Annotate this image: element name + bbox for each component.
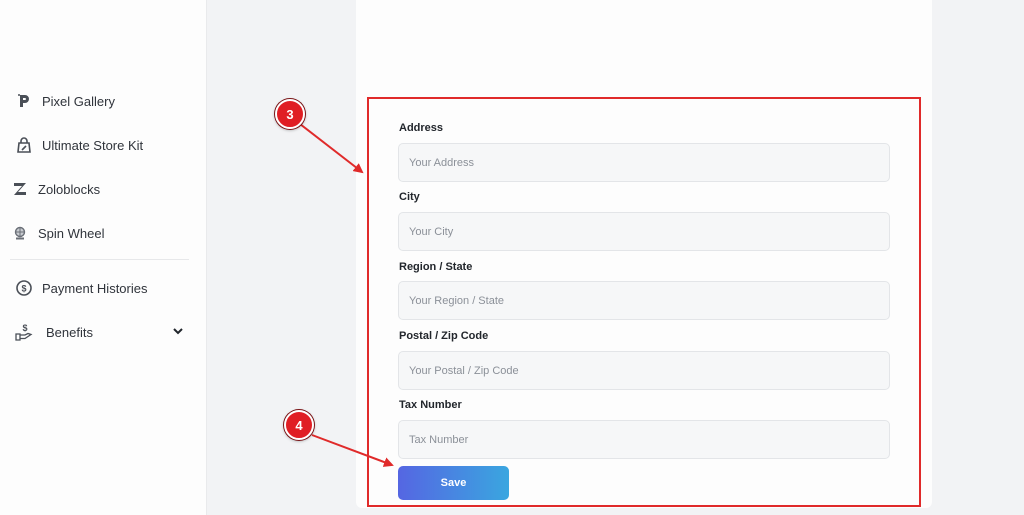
spin-wheel-icon xyxy=(10,223,30,243)
postal-zip-input[interactable] xyxy=(398,351,890,390)
sidebar-item-benefits[interactable]: $ Benefits xyxy=(14,321,93,343)
sidebar-item-label: Payment Histories xyxy=(42,280,148,296)
svg-text:$: $ xyxy=(21,284,26,294)
save-button[interactable]: Save xyxy=(398,466,509,500)
postal-zip-label: Postal / Zip Code xyxy=(399,330,489,342)
sidebar-item-payment-histories[interactable]: $ Payment Histories xyxy=(14,277,147,299)
city-input[interactable] xyxy=(398,212,890,251)
pixel-gallery-icon xyxy=(14,91,34,111)
sidebar-item-label: Ultimate Store Kit xyxy=(42,137,144,153)
sidebar-item-spin-wheel[interactable]: Spin Wheel xyxy=(10,222,104,244)
address-input[interactable] xyxy=(398,143,890,182)
sidebar-item-pixel-gallery[interactable]: Pixel Gallery xyxy=(14,90,115,112)
chevron-down-icon[interactable] xyxy=(170,323,186,339)
sidebar-item-label: Spin Wheel xyxy=(38,225,105,241)
hand-dollar-icon: $ xyxy=(14,322,34,342)
annotation-badge-3: 3 xyxy=(275,99,305,129)
region-state-input[interactable] xyxy=(398,281,890,320)
tax-number-input[interactable] xyxy=(398,420,890,459)
sidebar-divider xyxy=(10,259,189,260)
sidebar: Pixel Gallery Ultimate Store Kit Zoloblo… xyxy=(0,0,207,515)
svg-text:$: $ xyxy=(22,323,27,333)
annotation-arrow-3 xyxy=(299,123,364,174)
shopping-bag-icon xyxy=(14,135,34,155)
city-label: City xyxy=(399,191,420,203)
region-state-label: Region / State xyxy=(399,261,473,273)
sidebar-item-label: Pixel Gallery xyxy=(42,93,115,109)
dollar-circle-icon: $ xyxy=(14,278,34,298)
sidebar-item-label: Benefits xyxy=(46,324,93,340)
address-label: Address xyxy=(399,122,444,134)
sidebar-item-zoloblocks[interactable]: Zoloblocks xyxy=(10,178,100,200)
sidebar-item-ultimate-store-kit[interactable]: Ultimate Store Kit xyxy=(14,134,143,156)
zoloblocks-icon xyxy=(10,179,30,199)
annotation-badge-4: 4 xyxy=(284,410,314,440)
tax-number-label: Tax Number xyxy=(399,399,462,411)
sidebar-item-label: Zoloblocks xyxy=(38,181,101,197)
